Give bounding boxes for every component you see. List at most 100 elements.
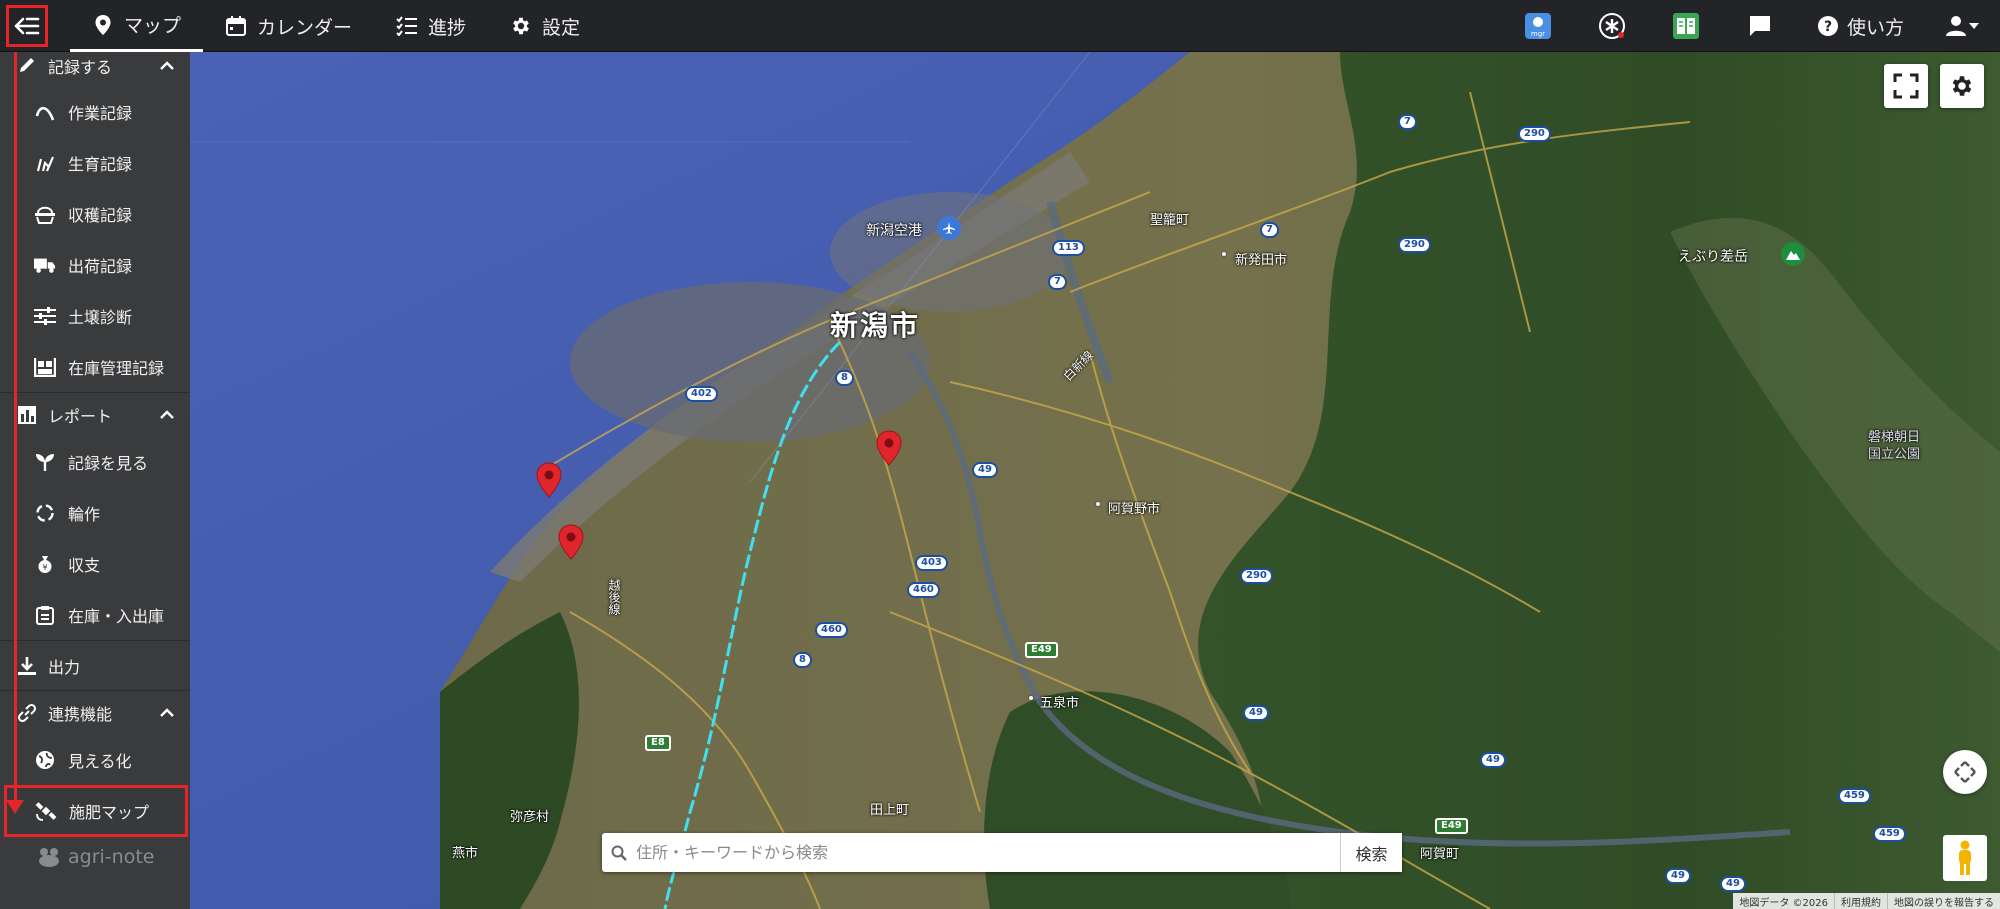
top-bar: マップ カレンダー 進捗 設定 mgr ? 使い方 [0,0,2000,52]
map-label-tsubame: 燕市 [452,846,479,861]
expressway-shield: E49 [1435,818,1468,834]
sidebar-item-growth-record[interactable]: 生育記録 [0,137,190,188]
help-button[interactable]: ? 使い方 [1809,0,1912,52]
nav-progress[interactable]: 進捗 [374,0,488,52]
fullscreen-button[interactable] [1884,64,1928,108]
sidebar-item-label: 記録を見る [68,453,149,473]
app-manager-button[interactable]: mgr [1513,0,1563,52]
sidebar-item-rotation[interactable]: 輪作 [0,487,190,538]
route-shield: 7 [1260,222,1279,238]
street-view-pegman-button[interactable] [1943,835,1987,881]
sidebar-section-report[interactable]: レポート [0,392,190,436]
sliders-icon [34,305,56,327]
route-shield: 403 [915,555,948,571]
sidebar-item-inventory-record[interactable]: 在庫管理記録 [0,341,190,392]
map-label-eburi: えぶり差岳 [1678,249,1748,265]
sidebar-item-shipping-record[interactable]: 出荷記録 [0,239,190,290]
sidebar-item-view-records[interactable]: 記録を見る [0,436,190,487]
map-label-etsugo-line: 越後線 [607,579,621,615]
route-shield: 290 [1398,237,1431,253]
field-marker-pin[interactable] [558,524,584,560]
mountain-poi-icon[interactable] [1781,242,1805,266]
nav-calendar-label: カレンダー [257,16,353,39]
chat-button[interactable] [1735,0,1785,52]
sidebar-item-work-record[interactable]: 作業記録 [0,86,190,137]
gear-icon [510,15,532,37]
sidebar-section-record[interactable]: 記録する [0,52,190,80]
field-marker-pin[interactable] [876,430,902,466]
sidebar-item-label: 在庫管理記録 [68,358,165,378]
sidebar-item-harvest-record[interactable]: 収穫記録 [0,188,190,239]
sidebar-section-link[interactable]: 連携機能 [0,690,190,734]
fullscreen-icon [1893,73,1919,99]
main-nav: マップ カレンダー 進捗 設定 [70,0,602,52]
route-shield: 49 [1480,752,1506,768]
brand-mascot-icon [39,848,59,867]
map-settings-button[interactable] [1940,64,1984,108]
pegman-icon [1959,840,1971,875]
sidebar-item-inventory-inout[interactable]: 在庫・入出庫 [0,589,190,640]
user-menu-button[interactable] [1936,0,1988,52]
airport-icon[interactable] [937,216,961,240]
nav-settings[interactable]: 設定 [488,0,602,52]
map-label-airport: 新潟空港 [866,223,922,239]
map-search-input[interactable] [636,833,1340,872]
field-marker-pin[interactable] [536,462,562,498]
seedling-icon [34,451,56,473]
sidebar-item-visualize[interactable]: 見える化 [0,734,190,785]
caret-down-icon [1969,23,1979,29]
map-label-bandai-2: 国立公園 [1868,447,1921,462]
report-error-link[interactable]: 地図の誤りを報告する [1887,893,2000,909]
annotation-red-arrow [6,800,24,814]
nav-calendar[interactable]: カレンダー [203,0,374,52]
camera-control-button[interactable] [1943,750,1987,794]
download-icon [16,655,38,677]
back-arrow-icon [14,17,40,35]
satellite-map-imagery [190,52,2000,909]
inventory-icon [34,356,56,378]
sidebar-section-link-label: 連携機能 [48,704,113,724]
expressway-shield: E8 [645,735,671,751]
sidebar-section-output[interactable]: 出力 [0,640,190,690]
asterisk-app-button[interactable] [1587,0,1637,52]
map-label-aga: 阿賀町 [1420,847,1460,862]
sidebar-item-balance[interactable]: ¥ 収支 [0,538,190,589]
map-data-credit: 地図データ ©2026 [1739,898,1828,909]
sidebar-item-label: 収穫記録 [68,205,133,225]
svg-text:¥: ¥ [42,563,47,572]
route-shield: 7 [1048,274,1067,290]
nav-map[interactable]: マップ [70,0,204,52]
app-manager-icon: mgr [1524,13,1551,39]
map-canvas[interactable]: 新潟市 新潟空港 聖籠町 新発田市 えぶり差岳 磐梯朝日 国立公園 阿賀野市 五… [190,52,2000,909]
asterisk-icon [1598,13,1625,39]
rotation-icon [34,502,56,524]
sidebar-item-label: 出荷記録 [68,256,133,276]
route-shield: 402 [685,386,718,402]
basket-icon [34,203,56,225]
terms-link[interactable]: 利用規約 [1834,893,1887,909]
sidebar-item-soil-diagnosis[interactable]: 土壌診断 [0,290,190,341]
sidebar-item-label: 在庫・入出庫 [68,606,165,626]
calendar-icon [225,15,247,37]
route-shield: 290 [1240,568,1273,584]
sidebar-item-fertilizer-map[interactable]: 施肥マップ [4,785,188,837]
sprout-icon [34,152,56,174]
sidebar-item-label: 収支 [68,555,101,575]
chevron-up-icon [160,703,174,722]
map-label-tagami: 田上町 [870,803,910,818]
sidebar-section-record-label: 記録する [48,58,113,77]
sidebar-item-label: 施肥マップ [69,803,150,822]
bar-chart-icon [16,404,38,426]
link-icon [16,702,38,724]
city-dot [1095,501,1101,507]
sidebar-item-label: 作業記録 [68,103,133,123]
hoe-icon [34,101,56,123]
map-label-niigata-city: 新潟市 [830,309,921,342]
route-shield: 459 [1838,788,1871,804]
app-root: マップ カレンダー 進捗 設定 mgr ? 使い方 記録する 作業記録 生育記録… [0,0,2000,909]
map-search-button[interactable]: 検索 [1340,833,1402,872]
svg-text:?: ? [1824,19,1832,35]
book-app-button[interactable] [1661,0,1711,52]
sidebar-toggle-button[interactable] [6,5,48,47]
checklist-icon [396,15,418,37]
